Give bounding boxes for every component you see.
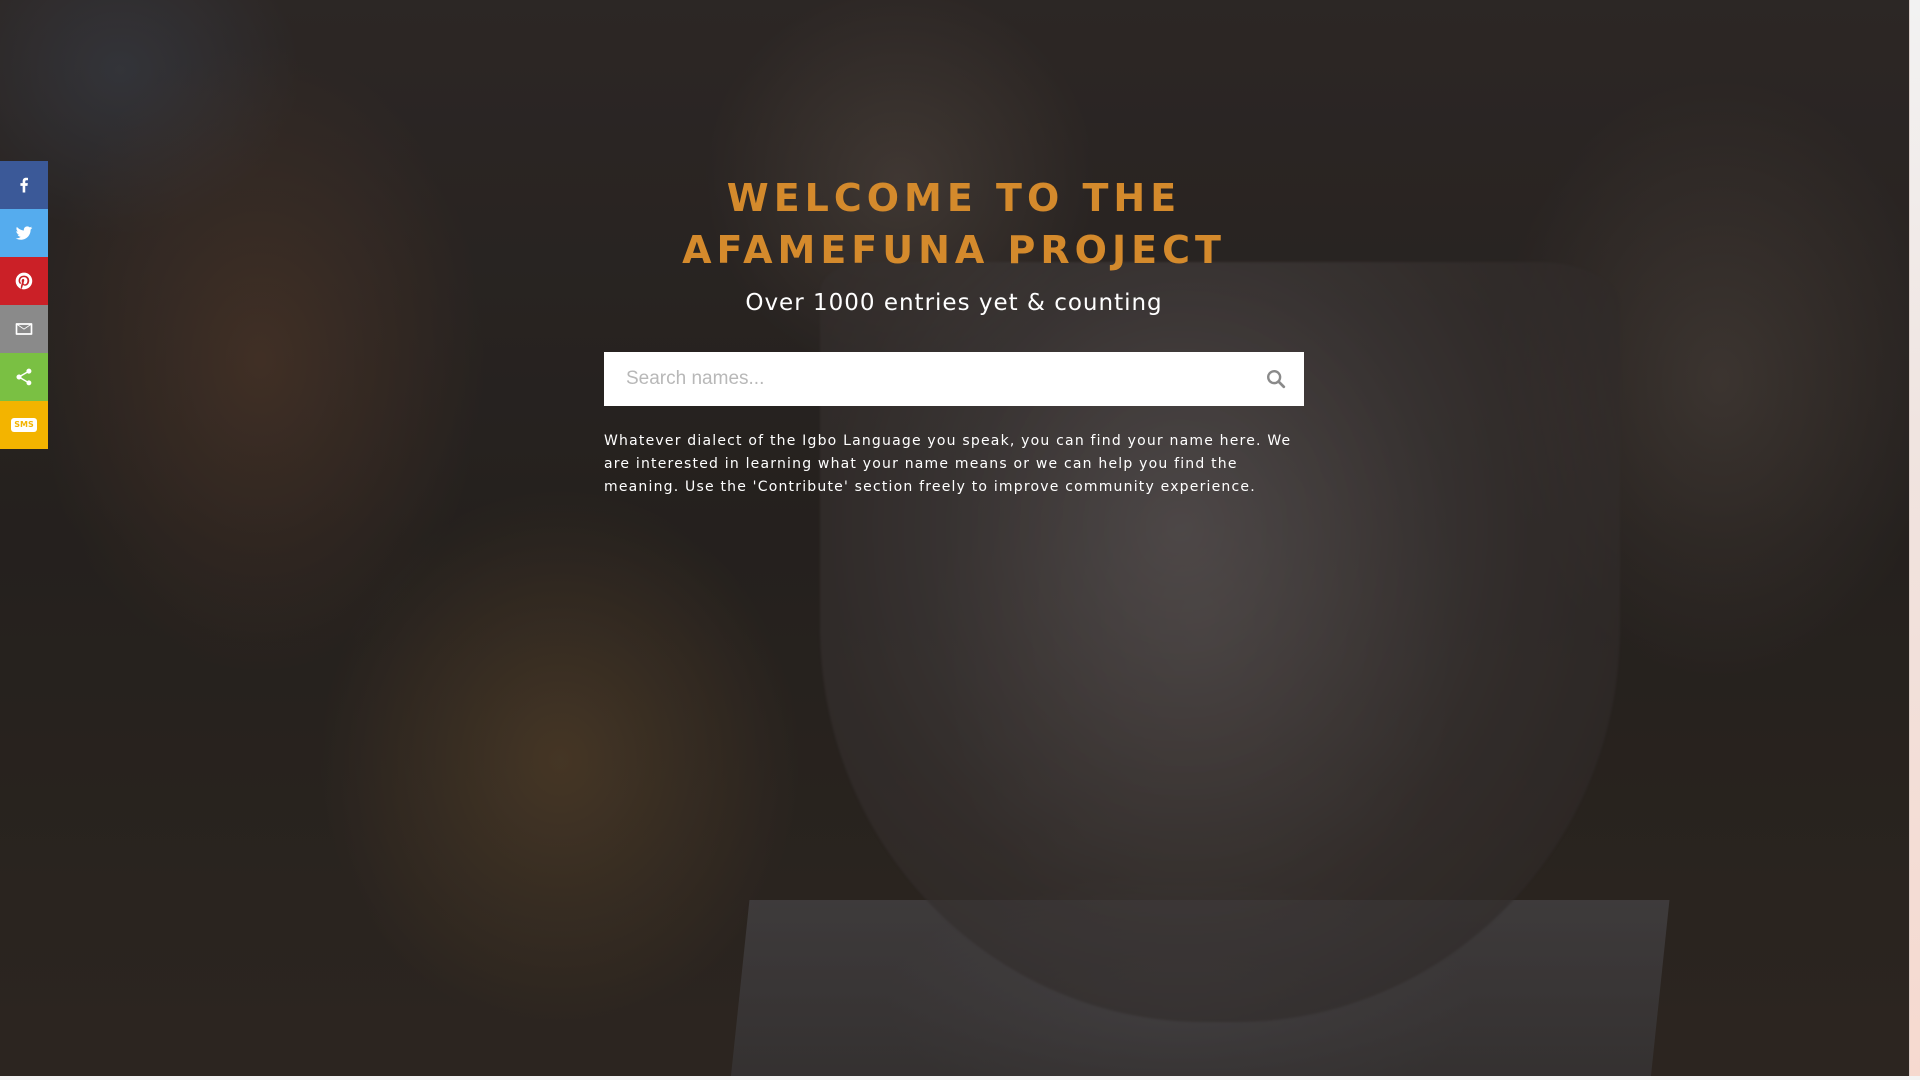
page-bottom-edge (0, 1076, 1920, 1080)
sms-share-button[interactable]: SMS (0, 401, 48, 449)
hero-section: SMS WELCOME TO THE AFAMEFUNA PROJECT Ove… (0, 0, 1910, 1076)
sms-icon: SMS (11, 418, 37, 432)
page-subtitle: Over 1000 entries yet & counting (745, 290, 1163, 316)
share-icon (16, 368, 32, 386)
pinterest-share-button[interactable] (0, 257, 48, 305)
search-box (604, 352, 1304, 406)
page-title: WELCOME TO THE AFAMEFUNA PROJECT (604, 172, 1304, 276)
social-share-bar: SMS (0, 161, 48, 449)
email-icon (15, 323, 33, 335)
hero-heading-block: WELCOME TO THE AFAMEFUNA PROJECT Over 10… (604, 172, 1304, 318)
intro-description: Whatever dialect of the Igbo Language yo… (604, 433, 1292, 495)
search-icon (1267, 370, 1286, 389)
pinterest-icon (15, 272, 33, 290)
page-title-line-1: WELCOME TO THE (726, 176, 1182, 220)
facebook-icon (20, 177, 28, 193)
facebook-share-button[interactable] (0, 161, 48, 209)
generic-share-button[interactable] (0, 353, 48, 401)
email-share-button[interactable] (0, 305, 48, 353)
background-overlay (0, 0, 1910, 1076)
search-button[interactable] (1260, 363, 1292, 395)
twitter-icon (15, 226, 33, 240)
page-scrollbar[interactable] (1909, 0, 1920, 1080)
page-title-line-2: AFAMEFUNA PROJECT (682, 228, 1226, 272)
twitter-share-button[interactable] (0, 209, 48, 257)
search-input[interactable] (604, 352, 1244, 406)
